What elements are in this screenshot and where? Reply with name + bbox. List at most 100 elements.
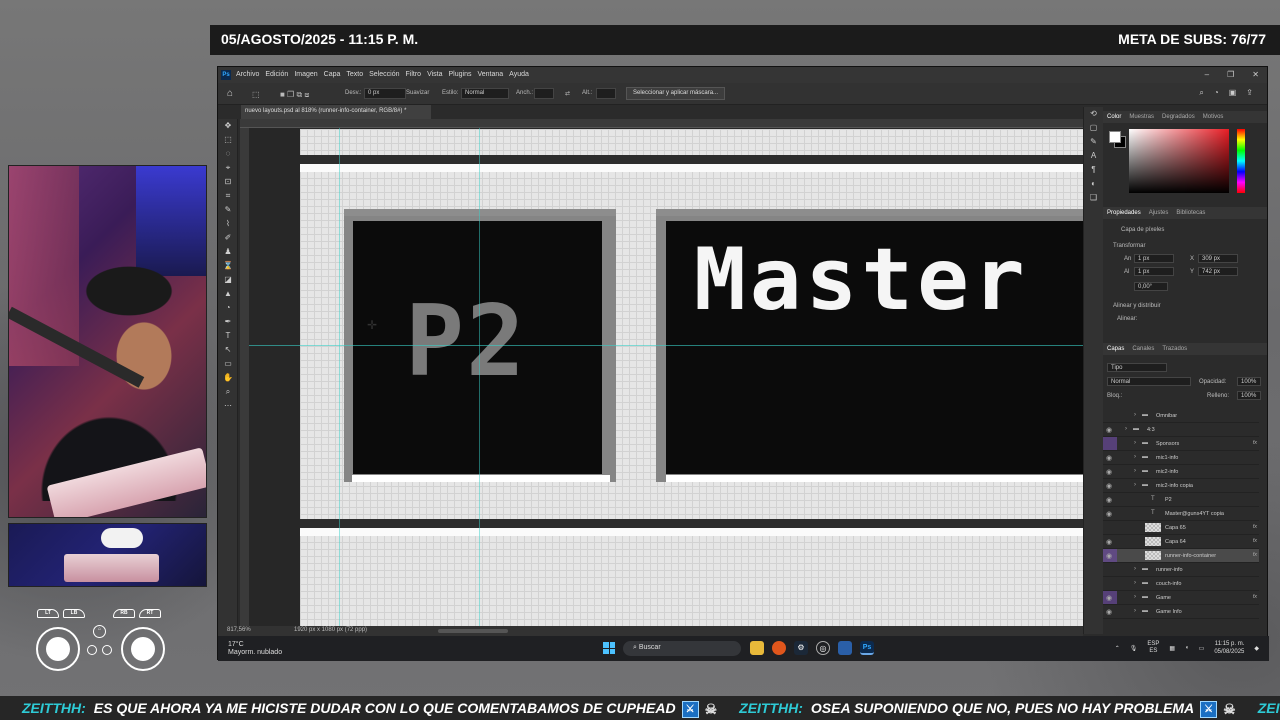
layer-row[interactable]: ◉ runner-info-container fx [1103, 549, 1259, 563]
fx-icon[interactable]: fx [1253, 594, 1257, 600]
eye-icon[interactable]: ◉ [1106, 482, 1112, 490]
eye-icon[interactable]: ◉ [1106, 496, 1112, 504]
character-panel-icon[interactable]: A [1084, 149, 1103, 163]
width-input[interactable] [534, 88, 554, 99]
history-brush-tool-icon[interactable]: ⌛ [218, 259, 238, 273]
chevron-right-icon[interactable]: › [1134, 566, 1136, 572]
chevron-right-icon[interactable]: › [1134, 468, 1136, 474]
opacity-field[interactable]: 100% [1237, 377, 1261, 386]
artboard[interactable]: P2 Master [300, 129, 1083, 626]
fx-icon[interactable]: fx [1253, 552, 1257, 558]
y-field[interactable]: 742 px [1198, 267, 1238, 276]
smooth-checkbox[interactable]: Suavizar [406, 90, 429, 96]
menu-item-plugins[interactable]: Plugins [449, 71, 472, 78]
app-icon[interactable] [838, 641, 852, 655]
fx-icon[interactable]: fx [1253, 440, 1257, 446]
close-icon[interactable]: ✕ [1252, 70, 1259, 79]
history-panel-icon[interactable]: ⟲ [1084, 107, 1103, 121]
layer-row[interactable]: › ▬ runner-info [1103, 563, 1259, 577]
blend-mode-select[interactable]: Normal [1107, 377, 1191, 386]
eye-icon[interactable]: ◉ [1106, 552, 1112, 560]
style-select[interactable]: Normal [461, 88, 509, 99]
notification-icon[interactable]: ◆ [1254, 645, 1259, 652]
marquee-tool-icon[interactable]: ⬚ [218, 133, 238, 147]
menu-item-ventana[interactable]: Ventana [477, 71, 503, 78]
taskbar-search[interactable]: ⌕ Buscar [623, 641, 741, 656]
healing-tool-icon[interactable]: ⌇ [218, 217, 238, 231]
shape-tool-icon[interactable]: ▭ [218, 357, 238, 371]
eye-icon[interactable]: ◉ [1106, 594, 1112, 602]
guide-horizontal[interactable] [249, 345, 1083, 346]
document-tab[interactable]: nuevo layouts.psd al 818% (runner-info-c… [241, 105, 431, 119]
move-tool-icon[interactable]: ✥ [218, 119, 238, 133]
firefox-icon[interactable] [772, 641, 786, 655]
swap-icon[interactable]: ⇄ [565, 90, 570, 97]
weather-widget[interactable]: 17°C Mayorm. nublado [228, 641, 282, 657]
workspace-icon[interactable]: ▣ [1229, 88, 1237, 98]
pen-tool-icon[interactable]: ✒ [218, 315, 238, 329]
layer-row[interactable]: ◉ Capa 64 fx [1103, 535, 1259, 549]
canvas-area[interactable]: P2 Master ✛ [249, 128, 1083, 626]
new-selection-icon[interactable]: ■ ❐ ⧉ ⧈ [280, 90, 309, 100]
layers-tab-1[interactable]: Canales [1132, 346, 1154, 352]
layer-row[interactable]: ◉ › ▬ 4:3 [1103, 423, 1259, 437]
minimize-icon[interactable]: – [1205, 70, 1209, 79]
home-icon[interactable]: ⌂ [227, 88, 233, 99]
hand-tool-icon[interactable]: ✋ [218, 371, 238, 385]
hue-slider[interactable] [1237, 129, 1245, 193]
menu-item-vista[interactable]: Vista [427, 71, 442, 78]
battery-icon[interactable]: ▭ [1199, 645, 1205, 652]
chevron-right-icon[interactable]: › [1134, 412, 1136, 418]
color-tab-2[interactable]: Degradados [1162, 114, 1195, 120]
share-icon[interactable]: ⇪ [1246, 88, 1253, 98]
height-input[interactable] [596, 88, 616, 99]
crop-tool-icon[interactable]: ⊡ [218, 175, 238, 189]
lasso-tool-icon[interactable]: ◌ [218, 147, 238, 161]
layer-row[interactable]: › ▬ couch-info [1103, 577, 1259, 591]
libraries-panel-icon[interactable]: ❑ [1084, 191, 1103, 205]
eye-icon[interactable]: ◉ [1106, 608, 1112, 616]
layer-row[interactable]: ◉ › ▬ mic1-info [1103, 451, 1259, 465]
paragraph-panel-icon[interactable]: ¶ [1084, 163, 1103, 177]
eyedropper-tool-icon[interactable]: ✎ [218, 203, 238, 217]
layer-row[interactable]: › ▬ Omnibar [1103, 409, 1259, 423]
taskbar-clock[interactable]: 11:15 p. m. 05/08/2025 [1214, 640, 1244, 656]
network-icon[interactable]: ▦ [1169, 645, 1175, 652]
adjustments-panel-icon[interactable]: ◐ [1084, 177, 1103, 191]
color-tab-3[interactable]: Motivos [1203, 114, 1224, 120]
frame-tool-icon[interactable]: ⌗ [218, 189, 238, 203]
search-icon[interactable]: ⌕ [1199, 88, 1203, 98]
layer-row[interactable]: ◉ › ▬ mic2-info copia [1103, 479, 1259, 493]
color-tab-1[interactable]: Muestras [1129, 114, 1154, 120]
file-explorer-icon[interactable] [750, 641, 764, 655]
blur-tool-icon[interactable]: ◔ [218, 301, 238, 315]
more-tool-icon[interactable]: ⋯ [218, 399, 238, 413]
guide-vertical-1[interactable] [339, 128, 340, 626]
magic-wand-tool-icon[interactable]: ⌖ [218, 161, 238, 175]
brushes-panel-icon[interactable]: ✎ [1084, 135, 1103, 149]
chevron-right-icon[interactable]: › [1134, 454, 1136, 460]
color-tab-0[interactable]: Color [1107, 114, 1121, 120]
fill-field[interactable]: 100% [1237, 391, 1261, 400]
layer-row[interactable]: ◉ › ▬ Game fx [1103, 591, 1259, 605]
eye-icon[interactable]: ◉ [1106, 454, 1112, 462]
chevron-right-icon[interactable]: › [1134, 482, 1136, 488]
microphone-icon[interactable]: 🎙 [1130, 645, 1138, 652]
eye-icon[interactable]: ◉ [1106, 426, 1112, 434]
guide-vertical-2[interactable] [479, 128, 480, 626]
zoom-level[interactable]: 817,56% [227, 627, 251, 633]
menu-item-capa[interactable]: Capa [324, 71, 341, 78]
angle-field[interactable]: 0,00° [1134, 282, 1168, 291]
layer-row[interactable]: ◉ T Master@guns4YT copia [1103, 507, 1259, 521]
chevron-right-icon[interactable]: › [1125, 426, 1127, 432]
obs-icon[interactable]: ◎ [816, 641, 830, 655]
start-button-icon[interactable] [603, 642, 615, 654]
props-tab-2[interactable]: Bibliotecas [1176, 210, 1205, 216]
x-field[interactable]: 309 px [1198, 254, 1238, 263]
width-field[interactable]: 1 px [1134, 254, 1174, 263]
menu-item-ayuda[interactable]: Ayuda [509, 71, 529, 78]
horizontal-scrollbar[interactable] [438, 629, 508, 633]
steam-icon[interactable]: ⚙ [794, 641, 808, 655]
layer-row[interactable]: Capa 65 fx [1103, 521, 1259, 535]
zoom-tool-icon[interactable]: ⌕ [218, 385, 238, 399]
